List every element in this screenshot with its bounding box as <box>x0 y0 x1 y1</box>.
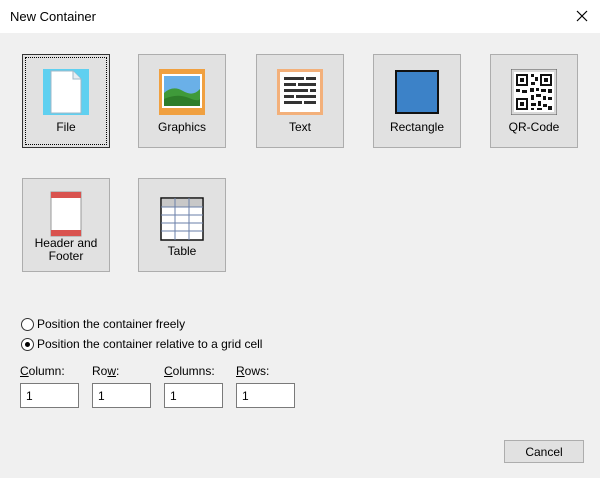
label-mnemonic: C <box>164 364 173 378</box>
tile-table[interactable]: Table <box>138 178 226 272</box>
radio-position-grid-cell[interactable]: Position the container relative to a gri… <box>21 337 262 351</box>
close-button[interactable] <box>566 2 598 30</box>
tile-rectangle[interactable]: Rectangle <box>373 54 461 148</box>
columns-input[interactable] <box>164 383 223 408</box>
radio-indicator-selected <box>21 337 34 351</box>
tile-label: Text <box>288 120 311 134</box>
tile-graphics[interactable]: Graphics <box>138 54 226 148</box>
tile-qr-code[interactable]: QR-Code <box>490 54 578 148</box>
tile-label: QR-Code <box>508 120 560 134</box>
tile-label: Graphics <box>157 120 207 134</box>
rectangle-icon <box>395 70 439 114</box>
radio-indicator <box>21 317 34 331</box>
label-mnemonic: C <box>20 364 29 378</box>
label-mnemonic: w <box>107 364 117 378</box>
label-text: ows: <box>244 364 270 378</box>
tile-text[interactable]: Text <box>256 54 344 148</box>
radio-label: Position the container freely <box>37 317 186 331</box>
header-footer-icon <box>50 191 82 237</box>
row-label: Row: <box>92 364 119 378</box>
label-text: : <box>116 364 120 378</box>
tile-file[interactable]: File <box>22 54 110 148</box>
radio-label: Position the container relative to a gri… <box>37 337 263 351</box>
text-icon <box>277 69 323 115</box>
label-text: Ro <box>92 364 108 378</box>
label-text: olumn: <box>28 364 65 378</box>
close-icon <box>576 10 588 22</box>
column-label: Column: <box>20 364 65 378</box>
file-icon <box>43 69 89 115</box>
tile-label-line2: Footer <box>48 249 84 263</box>
graphics-icon <box>159 69 205 115</box>
tile-label: File <box>56 120 76 134</box>
tile-label: Table <box>167 244 197 258</box>
radio-position-freely[interactable]: Position the container freely <box>21 317 185 331</box>
tile-label: Header and Footer <box>23 237 109 263</box>
window-title: New Container <box>10 9 96 24</box>
column-input[interactable] <box>20 383 79 408</box>
rows-label: Rows: <box>236 364 269 378</box>
title-bar: New Container <box>0 0 600 33</box>
label-text: olumns: <box>172 364 215 378</box>
columns-label: Columns: <box>164 364 215 378</box>
rows-input[interactable] <box>236 383 295 408</box>
table-icon <box>160 197 204 241</box>
tile-label: Rectangle <box>389 120 445 134</box>
label-mnemonic: R <box>236 364 245 378</box>
cancel-button[interactable]: Cancel <box>504 440 584 463</box>
qr-code-icon <box>511 69 557 115</box>
row-input[interactable] <box>92 383 151 408</box>
tile-header-footer[interactable]: Header and Footer <box>22 178 110 272</box>
